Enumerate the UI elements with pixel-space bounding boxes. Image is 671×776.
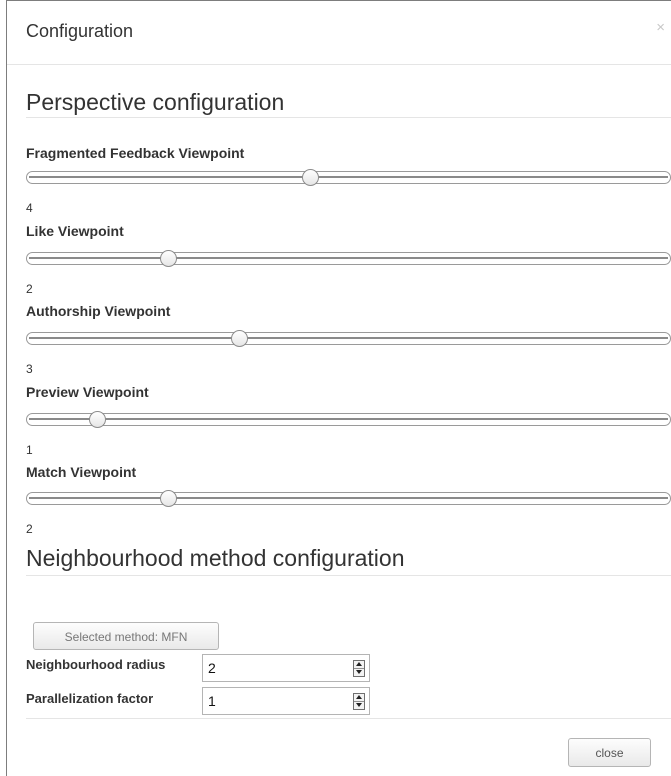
slider-fill <box>29 418 668 420</box>
viewpoint-label-authorship: Authorship Viewpoint <box>26 303 171 319</box>
neighbourhood-radius-label: Neighbourhood radius <box>26 657 166 672</box>
spinner-buttons[interactable] <box>353 660 365 677</box>
slider-fill <box>29 257 668 259</box>
section-divider <box>26 575 671 576</box>
viewpoint-value-like: 2 <box>26 282 33 296</box>
fragmented-feedback-slider[interactable] <box>26 169 671 186</box>
viewpoint-label-like: Like Viewpoint <box>26 223 124 239</box>
viewpoint-label-fragmented-feedback: Fragmented Feedback Viewpoint <box>26 145 245 161</box>
decrement-arrow-icon[interactable] <box>354 702 364 709</box>
parallelization-factor-label: Parallelization factor <box>26 691 154 706</box>
slider-thumb[interactable] <box>89 411 106 428</box>
selected-method-button[interactable]: Selected method: MFN <box>33 622 219 650</box>
increment-arrow-icon[interactable] <box>354 661 364 669</box>
parallelization-factor-spinner[interactable] <box>202 687 370 715</box>
slider-fill <box>29 176 668 178</box>
slider-thumb[interactable] <box>302 169 319 186</box>
close-button[interactable]: close <box>568 738 651 767</box>
increment-arrow-icon[interactable] <box>354 694 364 702</box>
section-divider <box>26 117 671 118</box>
slider-thumb[interactable] <box>160 250 177 267</box>
like-slider[interactable] <box>26 250 671 267</box>
neighbourhood-radius-input[interactable] <box>203 655 348 681</box>
footer-divider <box>26 718 671 719</box>
slider-thumb[interactable] <box>231 330 248 347</box>
perspective-section-title: Perspective configuration <box>26 89 285 115</box>
neighbourhood-radius-spinner[interactable] <box>202 654 370 682</box>
parallelization-factor-input[interactable] <box>203 688 348 714</box>
dialog-header: Configuration × <box>7 1 671 65</box>
authorship-slider[interactable] <box>26 330 671 347</box>
close-icon[interactable]: × <box>656 20 665 35</box>
slider-thumb[interactable] <box>160 490 177 507</box>
neighbourhood-section-title: Neighbourhood method configuration <box>26 545 405 571</box>
viewpoint-value-preview: 1 <box>26 443 33 457</box>
viewpoint-label-match: Match Viewpoint <box>26 464 137 480</box>
configuration-dialog: Configuration × Perspective configuratio… <box>6 0 671 776</box>
viewpoint-label-preview: Preview Viewpoint <box>26 384 149 400</box>
decrement-arrow-icon[interactable] <box>354 669 364 676</box>
spinner-buttons[interactable] <box>353 693 365 710</box>
preview-slider[interactable] <box>26 411 671 428</box>
match-slider[interactable] <box>26 490 671 507</box>
slider-fill <box>29 337 668 339</box>
viewpoint-value-match: 2 <box>26 522 33 536</box>
viewpoint-value-fragmented-feedback: 4 <box>26 201 33 215</box>
viewpoint-value-authorship: 3 <box>26 362 33 376</box>
dialog-title: Configuration <box>26 21 134 41</box>
slider-fill <box>29 497 668 499</box>
